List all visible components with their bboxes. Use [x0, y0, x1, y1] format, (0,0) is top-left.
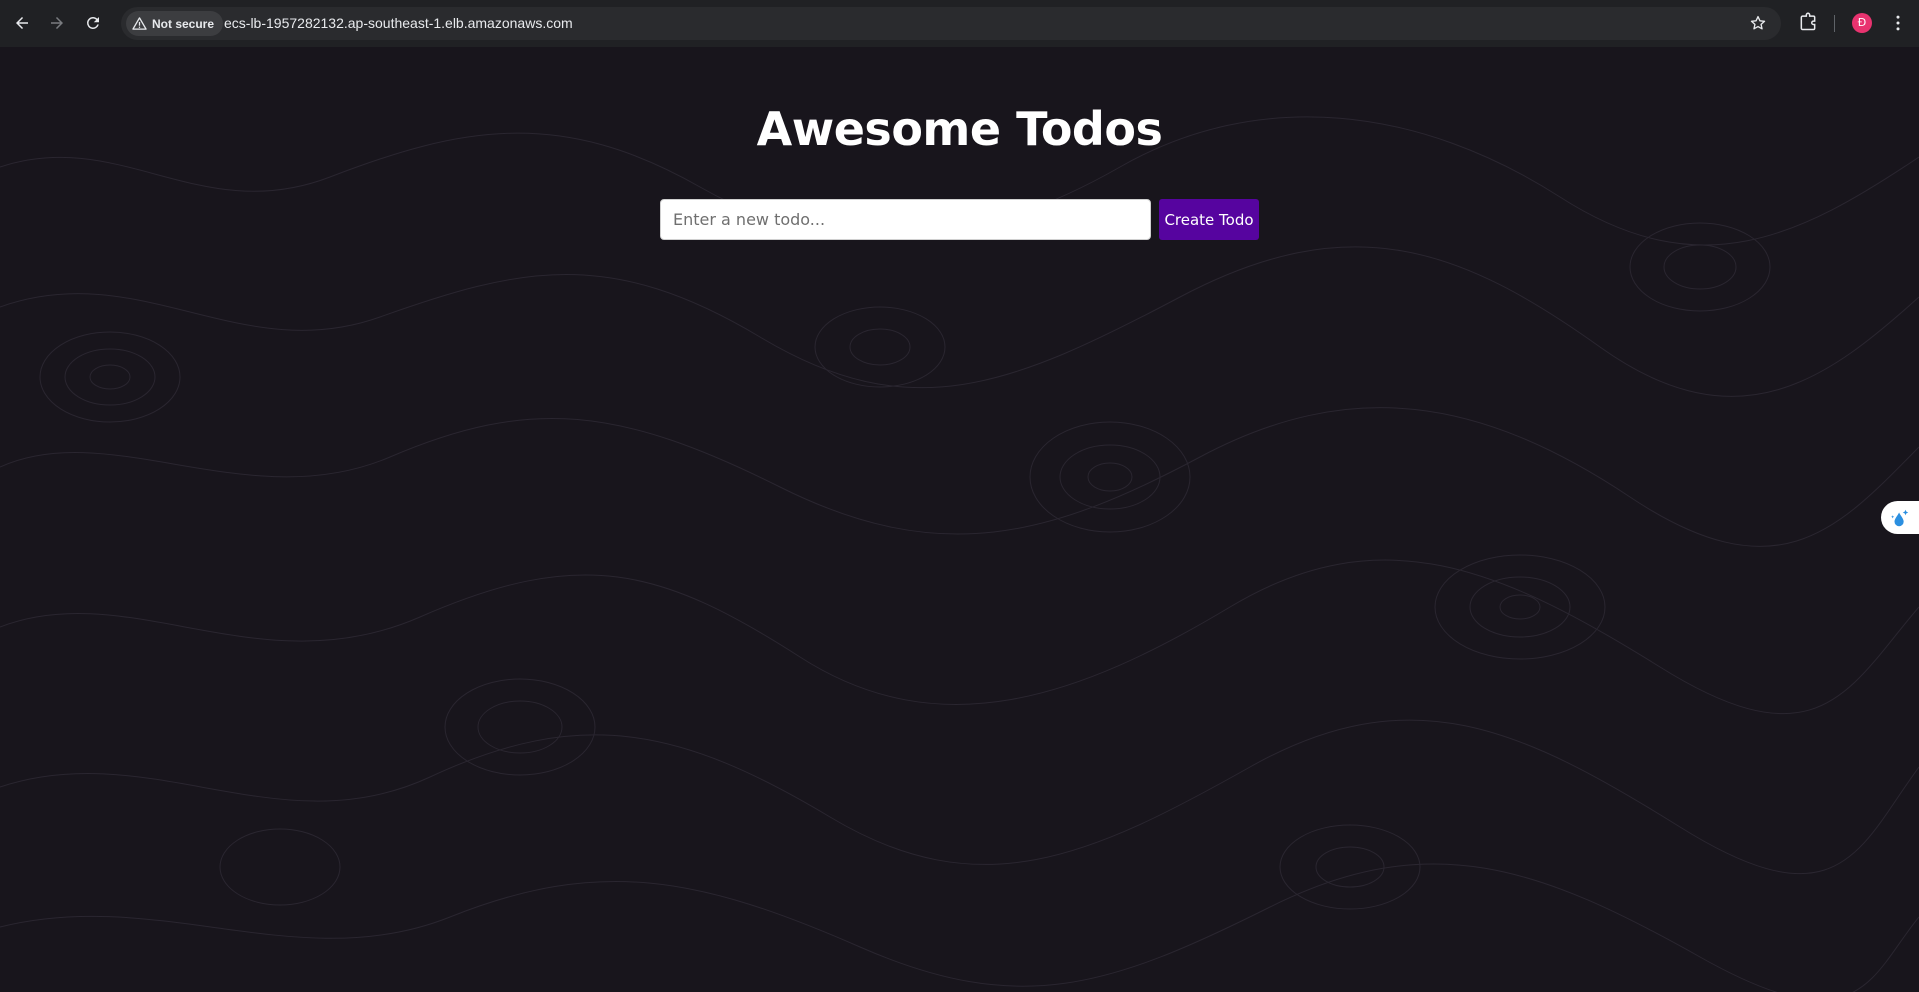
reload-icon [86, 16, 99, 29]
page-title: Awesome Todos [756, 102, 1163, 156]
bookmark-button[interactable] [1749, 14, 1769, 34]
back-button[interactable] [10, 11, 34, 35]
water-drop-sparkle-icon [1891, 509, 1909, 526]
side-extension-widget[interactable] [1881, 501, 1919, 534]
puzzle-icon [1800, 12, 1816, 31]
forward-button[interactable] [45, 11, 69, 35]
site-security-chip[interactable]: Not secure [126, 11, 224, 36]
arrow-left-icon [16, 17, 28, 29]
toolbar-divider [1834, 15, 1835, 32]
reload-button[interactable] [81, 11, 105, 35]
todo-form: Create Todo [660, 199, 1259, 240]
browser-toolbar: Not secure ecs-lb-1957282132.ap-southeas… [0, 0, 1919, 47]
url-text[interactable]: ecs-lb-1957282132.ap-southeast-1.elb.ama… [224, 7, 573, 40]
warning-triangle-icon [132, 17, 147, 30]
arrow-right-icon [51, 17, 63, 29]
extensions-button[interactable] [1798, 12, 1820, 34]
new-todo-input[interactable] [660, 199, 1151, 240]
browser-menu-button[interactable] [1888, 13, 1908, 33]
page-viewport: Awesome Todos Create Todo [0, 47, 1919, 992]
profile-avatar[interactable]: Đ [1852, 13, 1872, 33]
kebab-menu-icon [1896, 15, 1900, 31]
address-bar[interactable]: Not secure ecs-lb-1957282132.ap-southeas… [121, 7, 1781, 40]
topographic-background [0, 116, 1919, 992]
star-icon [1750, 15, 1766, 30]
security-label: Not secure [152, 16, 215, 31]
create-todo-button[interactable]: Create Todo [1159, 199, 1259, 240]
